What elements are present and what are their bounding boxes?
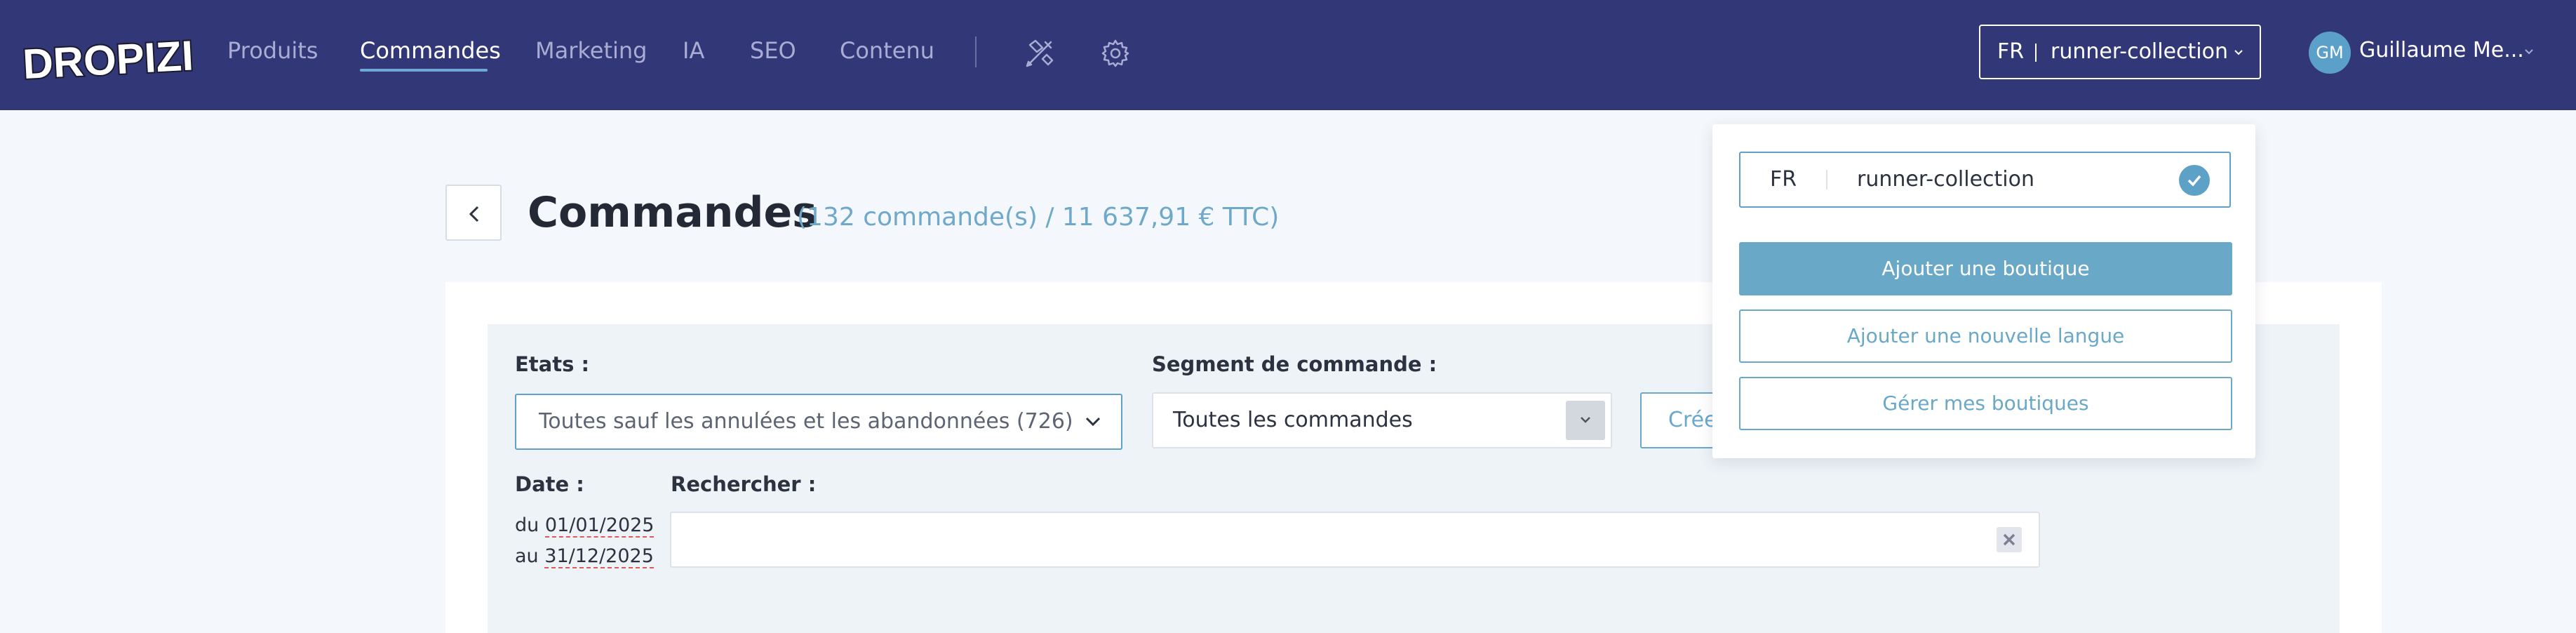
back-button[interactable] [445, 185, 502, 241]
states-select[interactable]: Toutes sauf les annulées et les abandonn… [515, 394, 1122, 450]
segment-select-value: Toutes les commandes [1173, 408, 1413, 432]
user-name[interactable]: Guillaume Me... [2359, 38, 2524, 62]
manage-shops-button[interactable]: Gérer mes boutiques [1739, 377, 2232, 430]
page-title: Commandes [528, 188, 817, 237]
shop-selector-name: runner-collection [2051, 39, 2229, 64]
orders-summary: (132 commande(s) / 11 637,91 € TTC) [797, 203, 1280, 232]
date-from-line: du 01/01/2025 [515, 514, 655, 538]
search-input[interactable] [670, 512, 2040, 568]
date-from-prefix: du [515, 514, 539, 536]
add-language-button[interactable]: Ajouter une nouvelle langue [1739, 309, 2232, 363]
date-to-value[interactable]: 31/12/2025 [544, 545, 654, 568]
states-label: Etats : [515, 352, 590, 376]
search-label: Rechercher : [671, 472, 817, 496]
close-icon [2003, 533, 2015, 546]
segment-dropdown-button[interactable] [1566, 401, 1605, 440]
nav-contenu[interactable]: Contenu [840, 36, 934, 65]
nav-divider [975, 36, 977, 67]
chevron-left-icon [469, 206, 479, 222]
nav-produits[interactable]: Produits [227, 36, 318, 65]
nav-ia[interactable]: IA [683, 36, 704, 65]
active-nav-indicator [360, 69, 488, 72]
chevron-down-icon[interactable] [2523, 46, 2535, 58]
check-icon [2179, 165, 2210, 196]
shop-selector-divider [2035, 44, 2037, 62]
current-shop-item[interactable]: FR runner-collection [1739, 152, 2231, 208]
current-shop-name: runner-collection [1857, 167, 2035, 192]
nav-commandes[interactable]: Commandes [360, 36, 501, 65]
segment-select[interactable]: Toutes les commandes [1152, 392, 1612, 448]
design-tools-icon[interactable] [1024, 38, 1055, 69]
nav-marketing[interactable]: Marketing [535, 36, 647, 65]
add-shop-button[interactable]: Ajouter une boutique [1739, 242, 2232, 295]
current-shop-lang: FR [1770, 167, 1797, 192]
chevron-down-icon [2234, 50, 2243, 55]
chevron-down-icon [1085, 417, 1101, 427]
svg-text:DROPIZI: DROPIZI [22, 32, 194, 87]
nav-seo[interactable]: SEO [750, 36, 796, 65]
segment-label: Segment de commande : [1152, 352, 1437, 376]
settings-gear-icon[interactable] [1100, 38, 1131, 69]
dropizi-logo[interactable]: DROPIZI [21, 20, 194, 87]
top-navigation-bar: DROPIZI Produits Commandes Marketing IA … [0, 0, 2576, 110]
states-select-value: Toutes sauf les annulées et les abandonn… [539, 409, 1073, 434]
date-label: Date : [515, 472, 584, 496]
shop-selector[interactable]: FR runner-collection [1979, 25, 2261, 79]
user-avatar[interactable]: GM [2309, 32, 2351, 74]
current-shop-divider [1826, 170, 1827, 189]
clear-search-button[interactable] [1997, 527, 2022, 552]
shop-selector-lang: FR [1997, 39, 2025, 64]
chevron-down-icon [1581, 417, 1590, 423]
date-from-value[interactable]: 01/01/2025 [544, 514, 655, 538]
date-to-prefix: au [515, 545, 539, 567]
date-to-line: au 31/12/2025 [515, 545, 654, 568]
